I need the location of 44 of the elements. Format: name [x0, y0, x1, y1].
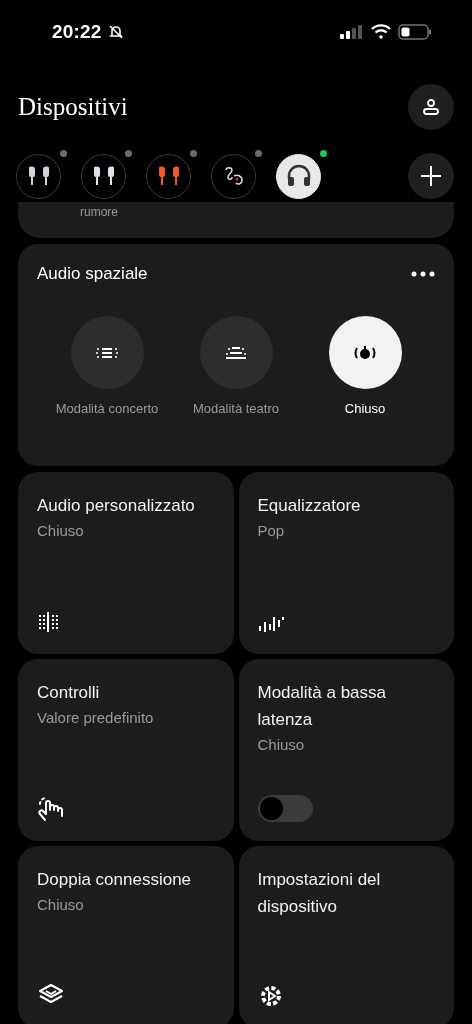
head-tracking-icon	[353, 343, 377, 362]
profile-icon	[422, 98, 440, 116]
plus-icon	[420, 165, 442, 187]
tile-value: Chiuso	[257, 735, 306, 755]
profile-button[interactable]	[408, 84, 454, 130]
more-icon[interactable]	[411, 271, 435, 277]
concert-mode-icon	[95, 345, 119, 360]
tile-value: Chiuso	[37, 521, 85, 541]
equalizer-icon	[257, 615, 284, 635]
tile-title: Doppia connessione	[37, 869, 193, 891]
wifi-icon	[370, 24, 392, 40]
card-subtitle: rumore	[80, 206, 118, 219]
tile-title: Impostazioni del dispositivo	[257, 869, 382, 918]
mode-label: Chiuso	[344, 401, 386, 416]
page-title: Dispositivi	[18, 93, 128, 121]
audio-dots-icon	[37, 609, 59, 635]
setting-tile[interactable]: Audio personalizzato Chiuso	[18, 472, 234, 654]
setting-tile[interactable]: Impostazioni del dispositivo	[238, 846, 454, 1024]
mode-label: Modalità concerto	[55, 401, 159, 416]
device-button[interactable]	[81, 153, 126, 199]
setting-tile[interactable]: Modalità a bassa latenza Chiuso	[238, 659, 454, 841]
setting-tile[interactable]: Equalizzatore Pop	[238, 472, 454, 654]
toggle-switch[interactable]	[257, 795, 313, 822]
device-button[interactable]	[146, 153, 191, 199]
tile-title: Modalità a bassa latenza	[257, 682, 388, 731]
touch-gesture-icon	[37, 794, 65, 822]
card-title: Audio spaziale	[37, 264, 148, 284]
headphones-icon	[285, 164, 312, 188]
status-time: 20:22	[52, 21, 102, 43]
mode-label: Modalità teatro	[193, 401, 279, 416]
tile-title: Controlli	[37, 682, 101, 704]
setting-tile[interactable]: Doppia connessione Chiuso	[18, 846, 234, 1024]
signal-icon	[340, 25, 364, 39]
device-button[interactable]	[211, 153, 256, 199]
theater-mode-icon	[224, 345, 248, 360]
tile-value: Chiuso	[37, 895, 85, 915]
tile-value: Valore predefinito	[37, 708, 155, 728]
setting-tile[interactable]: Controlli Valore predefinito	[18, 659, 234, 841]
tile-title: Audio personalizzato	[37, 495, 196, 517]
battery-icon	[398, 24, 432, 40]
device-button[interactable]	[16, 153, 61, 199]
add-button[interactable]	[408, 153, 454, 199]
tile-title: Equalizzatore	[257, 495, 362, 517]
tile-value: Pop	[257, 521, 286, 541]
